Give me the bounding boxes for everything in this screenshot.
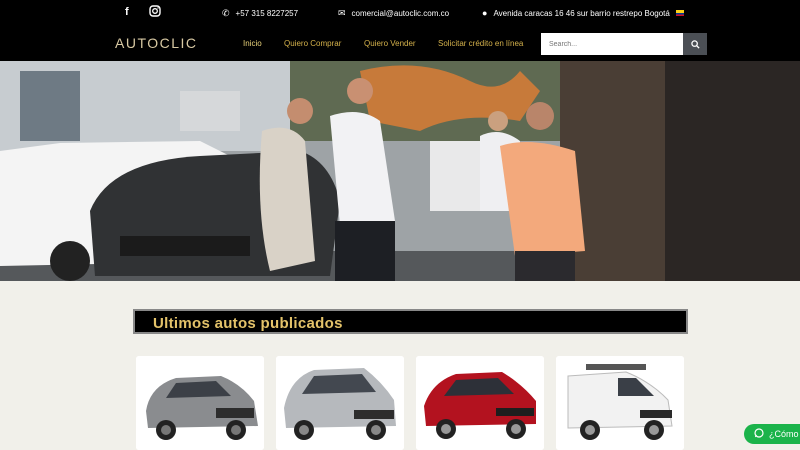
car-card[interactable]	[556, 356, 684, 450]
car-image	[276, 356, 404, 450]
car-card[interactable]	[136, 356, 264, 450]
facebook-icon[interactable]: f	[125, 6, 129, 18]
envelope-icon: ✉	[338, 8, 346, 18]
search-icon	[690, 39, 700, 49]
whatsapp-chat-button[interactable]: ¿Cómo p	[744, 424, 800, 444]
email-info[interactable]: ✉ comercial@autoclic.com.co	[338, 8, 449, 19]
phone-text: +57 315 8227257	[235, 9, 299, 18]
whatsapp-label: ¿Cómo p	[769, 429, 800, 439]
nav-quiero-vender[interactable]: Quiero Vender	[364, 39, 416, 48]
search-input[interactable]	[541, 33, 683, 55]
map-pin-icon: ●	[482, 8, 488, 18]
car-image	[556, 356, 684, 450]
car-card[interactable]	[416, 356, 544, 450]
address-text: Avenida caracas 16 46 sur barrio restrep…	[493, 8, 670, 18]
autoclic-logo[interactable]: AUTOCLIC	[115, 35, 198, 51]
instagram-icon[interactable]	[149, 5, 161, 20]
hero-photo	[0, 61, 800, 281]
phone-icon: ✆	[222, 8, 230, 18]
nav-solicitar-credito[interactable]: Solicitar crédito en línea	[438, 39, 523, 48]
search-button[interactable]	[683, 33, 707, 55]
car-image	[136, 356, 264, 450]
car-card[interactable]	[276, 356, 404, 450]
section-title-bar: Ultimos autos publicados	[133, 309, 688, 334]
phone-info[interactable]: ✆ +57 315 8227257	[222, 8, 298, 19]
section-title: Ultimos autos publicados	[153, 315, 343, 332]
nav-quiero-comprar[interactable]: Quiero Comprar	[284, 39, 341, 48]
email-text: comercial@autoclic.com.co	[351, 9, 450, 18]
search-bar	[541, 33, 707, 55]
topbar: f ✆ +57 315 8227257 ✉ comercial@autoclic…	[0, 0, 800, 27]
whatsapp-icon	[754, 428, 764, 440]
navbar: AUTOCLIC Inicio Quiero Comprar Quiero Ve…	[0, 27, 800, 61]
car-image	[416, 356, 544, 450]
address-info: ● Avenida caracas 16 46 sur barrio restr…	[482, 8, 684, 18]
nav-inicio[interactable]: Inicio	[243, 39, 262, 48]
colombia-flag-icon	[675, 9, 684, 18]
